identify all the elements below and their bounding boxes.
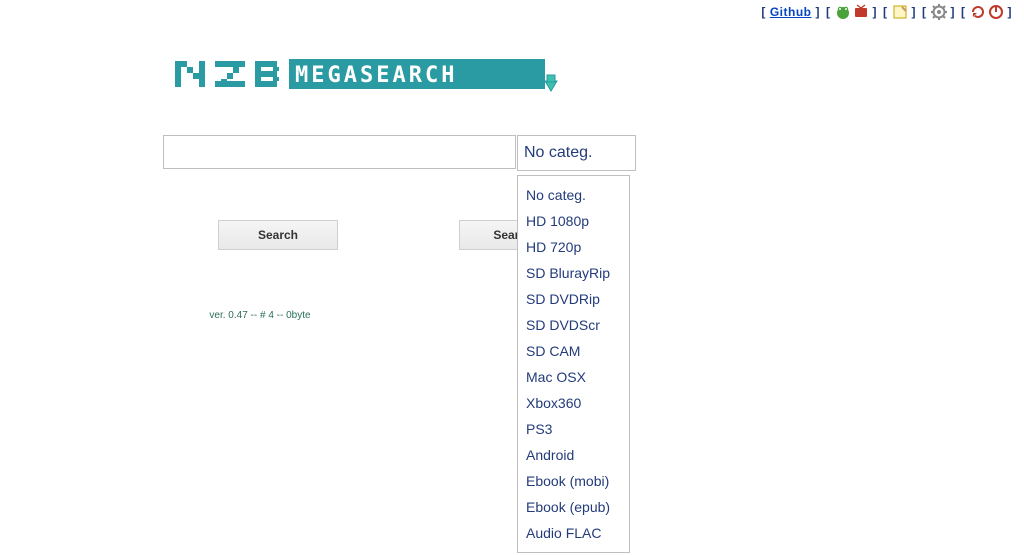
category-option[interactable]: SD DVDRip (518, 286, 629, 312)
category-option[interactable]: PS3 (518, 416, 629, 442)
category-option[interactable]: SD BlurayRip (518, 260, 629, 286)
version-text: ver. 0.47 -- # 4 -- 0byte (209, 310, 310, 321)
power-icon[interactable] (988, 4, 1004, 20)
tv-icon[interactable] (853, 4, 869, 20)
category-option[interactable]: Ebook (mobi) (518, 468, 629, 494)
category-select[interactable]: No categ. (517, 135, 636, 171)
category-option[interactable]: HD 720p (518, 234, 629, 260)
gear-icon[interactable] (931, 4, 947, 20)
search-button[interactable]: Search (218, 220, 338, 250)
svg-text:MEGASEARCH: MEGASEARCH (295, 63, 457, 88)
category-option[interactable]: No categ. (518, 182, 629, 208)
github-link[interactable]: Github (770, 5, 812, 19)
category-option[interactable]: SD CAM (518, 338, 629, 364)
category-option[interactable]: Mac OSX (518, 364, 629, 390)
refresh-icon[interactable] (970, 4, 986, 20)
category-option[interactable]: Android (518, 442, 629, 468)
note-icon[interactable] (892, 4, 908, 20)
frog-icon[interactable] (835, 4, 851, 20)
category-option[interactable]: SD DVDScr (518, 312, 629, 338)
category-option[interactable]: Ebook (epub) (518, 494, 629, 520)
category-dropdown: No categ.HD 1080pHD 720pSD BlurayRipSD D… (517, 175, 630, 553)
top-toolbar: [ Github ] [ ] [ ] [ ] [ ] (759, 4, 1014, 20)
site-logo: MEGASEARCH (175, 55, 575, 100)
category-option[interactable]: Audio FLAC (518, 520, 629, 546)
category-option[interactable]: HD 1080p (518, 208, 629, 234)
category-option[interactable]: Xbox360 (518, 390, 629, 416)
version-footer: ver. 0.47 -- # 4 -- 0byte (0, 310, 520, 321)
category-selected-label: No categ. (524, 144, 592, 162)
search-input[interactable] (163, 135, 516, 169)
